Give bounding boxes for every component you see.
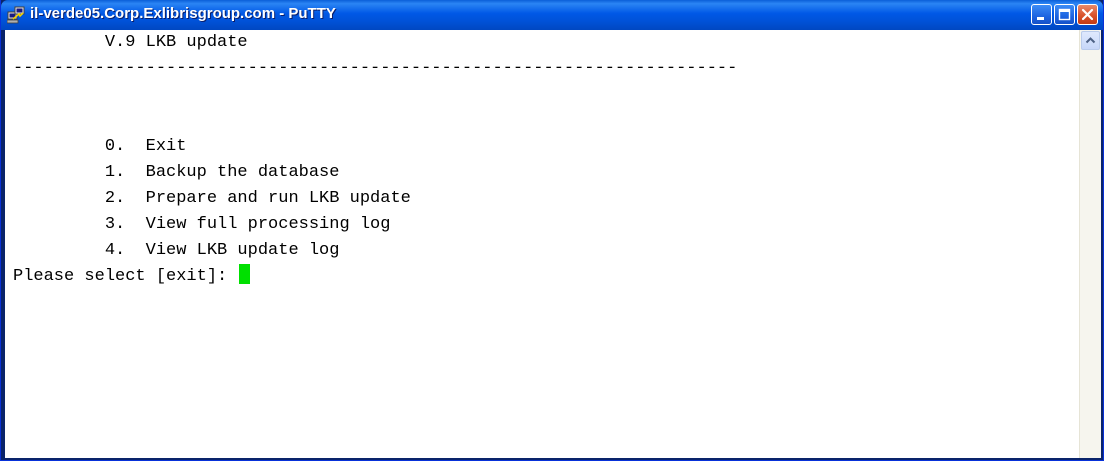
title-bar[interactable]: il-verde05.Corp.Exlibrisgroup.com - PuTT…: [1, 0, 1103, 30]
prompt-text: Please select [exit]:: [13, 267, 238, 286]
putty-window: il-verde05.Corp.Exlibrisgroup.com - PuTT…: [0, 0, 1104, 461]
menu-item-update-log: 4. View LKB update log: [13, 241, 340, 260]
menu-item-backup: 1. Backup the database: [13, 163, 340, 182]
terminal-area[interactable]: V.9 LKB update -------------------------…: [5, 30, 1101, 458]
close-icon: [1081, 8, 1094, 21]
scroll-up-arrow-icon: [1085, 37, 1096, 44]
menu-item-exit: 0. Exit: [13, 137, 187, 156]
maximize-icon: [1058, 8, 1071, 21]
putty-icon[interactable]: [6, 6, 25, 24]
text-cursor[interactable]: [239, 264, 251, 284]
minimize-button[interactable]: [1031, 4, 1052, 25]
minimize-icon: [1037, 17, 1044, 20]
prompt-line[interactable]: Please select [exit]:: [13, 264, 251, 290]
vertical-scrollbar[interactable]: [1079, 30, 1101, 458]
window-title: il-verde05.Corp.Exlibrisgroup.com - PuTT…: [30, 5, 336, 22]
maximize-button[interactable]: [1054, 4, 1075, 25]
menu-item-run-update: 2. Prepare and run LKB update: [13, 189, 411, 208]
menu-heading: V.9 LKB update: [13, 33, 248, 52]
menu-item-full-log: 3. View full processing log: [13, 215, 391, 234]
separator-line: ----------------------------------------…: [13, 59, 738, 78]
scroll-up-button[interactable]: [1081, 31, 1100, 50]
terminal-output[interactable]: V.9 LKB update -------------------------…: [9, 30, 1077, 458]
close-button[interactable]: [1077, 4, 1098, 25]
